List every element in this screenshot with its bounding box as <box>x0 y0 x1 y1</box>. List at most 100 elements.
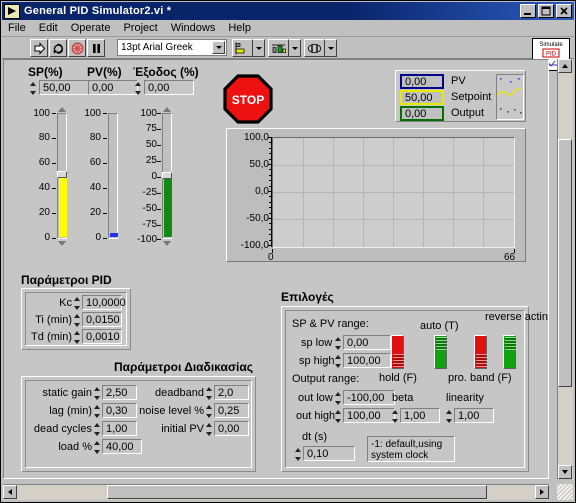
align-objects-button[interactable] <box>232 39 265 57</box>
menu-item-edit[interactable]: Edit <box>39 22 58 34</box>
distribute-objects-button[interactable] <box>268 39 301 57</box>
abort-execution-icon[interactable] <box>68 39 86 57</box>
distribute-objects-dropdown-arrow[interactable] <box>289 39 301 57</box>
vertical-scroll-thumb[interactable] <box>558 139 572 387</box>
font-dropdown-arrow[interactable] <box>212 41 225 54</box>
sp-low-field[interactable]: 0,00 <box>343 335 391 350</box>
vertical-scrollbar[interactable] <box>557 59 573 479</box>
sp-tick-40: 40 <box>38 182 50 193</box>
pid-params-cluster: Kc 10,0000 Ti (min) 0,0150 Td (min) 0,00… <box>21 288 131 350</box>
scroll-down-button[interactable] <box>558 465 572 479</box>
minimize-button[interactable] <box>520 4 536 18</box>
initial-pv-spinner[interactable] <box>206 423 213 436</box>
sp-tick-60: 60 <box>38 157 50 168</box>
waveform-chart[interactable]: 100,0 50,0 0,0 -50,0 -100,0 0 66 <box>226 128 526 263</box>
font-selector-value: 13pt Arial Greek <box>121 42 193 53</box>
process-params-title: Παράμετροι Διαδικασίας <box>114 360 253 374</box>
options-title: Επιλογές <box>281 290 334 304</box>
scroll-left-button[interactable] <box>3 485 17 499</box>
beta-field[interactable]: 1,00 <box>400 408 440 423</box>
output-spinner[interactable] <box>135 82 142 95</box>
chart-plot-area[interactable] <box>272 137 515 248</box>
deadband-field[interactable]: 2,0 <box>214 385 249 400</box>
menu-item-project[interactable]: Project <box>123 22 157 34</box>
sp-top-arrow <box>58 107 66 112</box>
pause-icon[interactable] <box>87 39 105 57</box>
pid-td-spinner[interactable] <box>74 331 81 344</box>
pv-tick-40: 40 <box>89 182 101 193</box>
menu-item-help[interactable]: Help <box>228 22 251 34</box>
noise-level-spinner[interactable] <box>206 405 213 418</box>
menu-item-file[interactable]: File <box>8 22 26 34</box>
sp-value-field[interactable]: 50,00 <box>39 80 89 95</box>
sp-pv-range-label: SP & PV range: <box>292 318 369 330</box>
reorder-objects-dropdown-arrow[interactable] <box>325 39 337 57</box>
resize-grip[interactable] <box>557 484 573 500</box>
stop-button[interactable]: STOP <box>223 74 273 124</box>
pv-tick-100: 100 <box>84 108 101 119</box>
sp-slider-title: SP(%) <box>28 65 63 79</box>
noise-level-field[interactable]: 0,25 <box>214 403 249 418</box>
hold-switch-label: hold (F) <box>379 372 417 384</box>
menu-item-operate[interactable]: Operate <box>71 22 111 34</box>
pv-tick-20: 20 <box>89 207 101 218</box>
out-low-spinner[interactable] <box>335 392 342 405</box>
reorder-objects-button[interactable] <box>304 39 337 57</box>
dt-spinner[interactable] <box>295 448 302 461</box>
svg-text:PID: PID <box>546 52 557 58</box>
pid-ti-spinner[interactable] <box>74 314 81 327</box>
beta-spinner[interactable] <box>392 410 399 423</box>
horizontal-scroll-thumb[interactable] <box>107 485 487 499</box>
sp-low-spinner[interactable] <box>335 337 342 350</box>
sp-high-field[interactable]: 100,00 <box>343 353 391 368</box>
sp-bottom-arrow <box>58 241 66 246</box>
pid-ti-label: Ti (min) <box>35 314 72 326</box>
linearity-spinner[interactable] <box>446 410 453 423</box>
load-field[interactable]: 40,00 <box>102 439 142 454</box>
sp-high-spinner[interactable] <box>335 355 342 368</box>
dead-cycles-spinner[interactable] <box>94 423 101 436</box>
initial-pv-field[interactable]: 0,00 <box>214 421 249 436</box>
output-tick-neg100: -100 <box>136 234 157 245</box>
pid-kc-spinner[interactable] <box>74 297 81 310</box>
scroll-right-button[interactable] <box>535 485 549 499</box>
out-high-field[interactable]: 100,00 <box>343 408 395 423</box>
lag-spinner[interactable] <box>94 405 101 418</box>
dt-label: dt (s) <box>302 431 328 443</box>
sp-spinner[interactable] <box>30 82 37 95</box>
run-arrow-icon[interactable] <box>30 39 48 57</box>
legend-value-pv: 0,00 <box>400 74 444 89</box>
align-objects-dropdown-arrow[interactable] <box>253 39 265 57</box>
linearity-field[interactable]: 1,00 <box>454 408 494 423</box>
reverse-acting-switch-label: reverse acting (T) <box>485 311 548 323</box>
horizontal-scrollbar[interactable] <box>3 484 549 500</box>
close-button[interactable] <box>556 4 572 18</box>
scroll-up-button[interactable] <box>558 59 572 73</box>
hold-switch[interactable] <box>391 335 404 369</box>
auto-switch-grip <box>436 337 447 350</box>
pro-band-switch[interactable] <box>474 335 487 369</box>
out-high-spinner[interactable] <box>335 410 342 423</box>
output-slider-knob[interactable] <box>162 172 172 179</box>
output-value-field[interactable]: 0,00 <box>144 80 194 95</box>
maximize-button[interactable] <box>538 4 554 18</box>
pv-tick-60: 60 <box>89 157 101 168</box>
menu-item-windows[interactable]: Windows <box>171 22 216 34</box>
auto-switch[interactable] <box>434 335 447 369</box>
font-selector[interactable]: 13pt Arial Greek <box>117 39 227 56</box>
load-spinner[interactable] <box>94 441 101 454</box>
sp-slider-knob[interactable] <box>57 171 67 178</box>
sp-slider-fill <box>59 175 67 237</box>
out-low-field[interactable]: -100,00 <box>343 390 395 405</box>
pid-ti-field[interactable]: 0,0150 <box>82 312 122 327</box>
hold-switch-grip <box>393 354 404 367</box>
static-gain-spinner[interactable] <box>94 387 101 400</box>
pid-kc-field[interactable]: 10,0000 <box>82 295 126 310</box>
run-continuously-icon[interactable] <box>49 39 67 57</box>
deadband-spinner[interactable] <box>206 387 213 400</box>
reverse-acting-switch[interactable] <box>503 335 516 369</box>
pid-td-field[interactable]: 0,0010 <box>82 329 122 344</box>
output-range-label: Output range: <box>292 373 360 385</box>
svg-text:STOP: STOP <box>232 93 264 107</box>
dt-field[interactable]: 0,10 <box>303 446 355 461</box>
